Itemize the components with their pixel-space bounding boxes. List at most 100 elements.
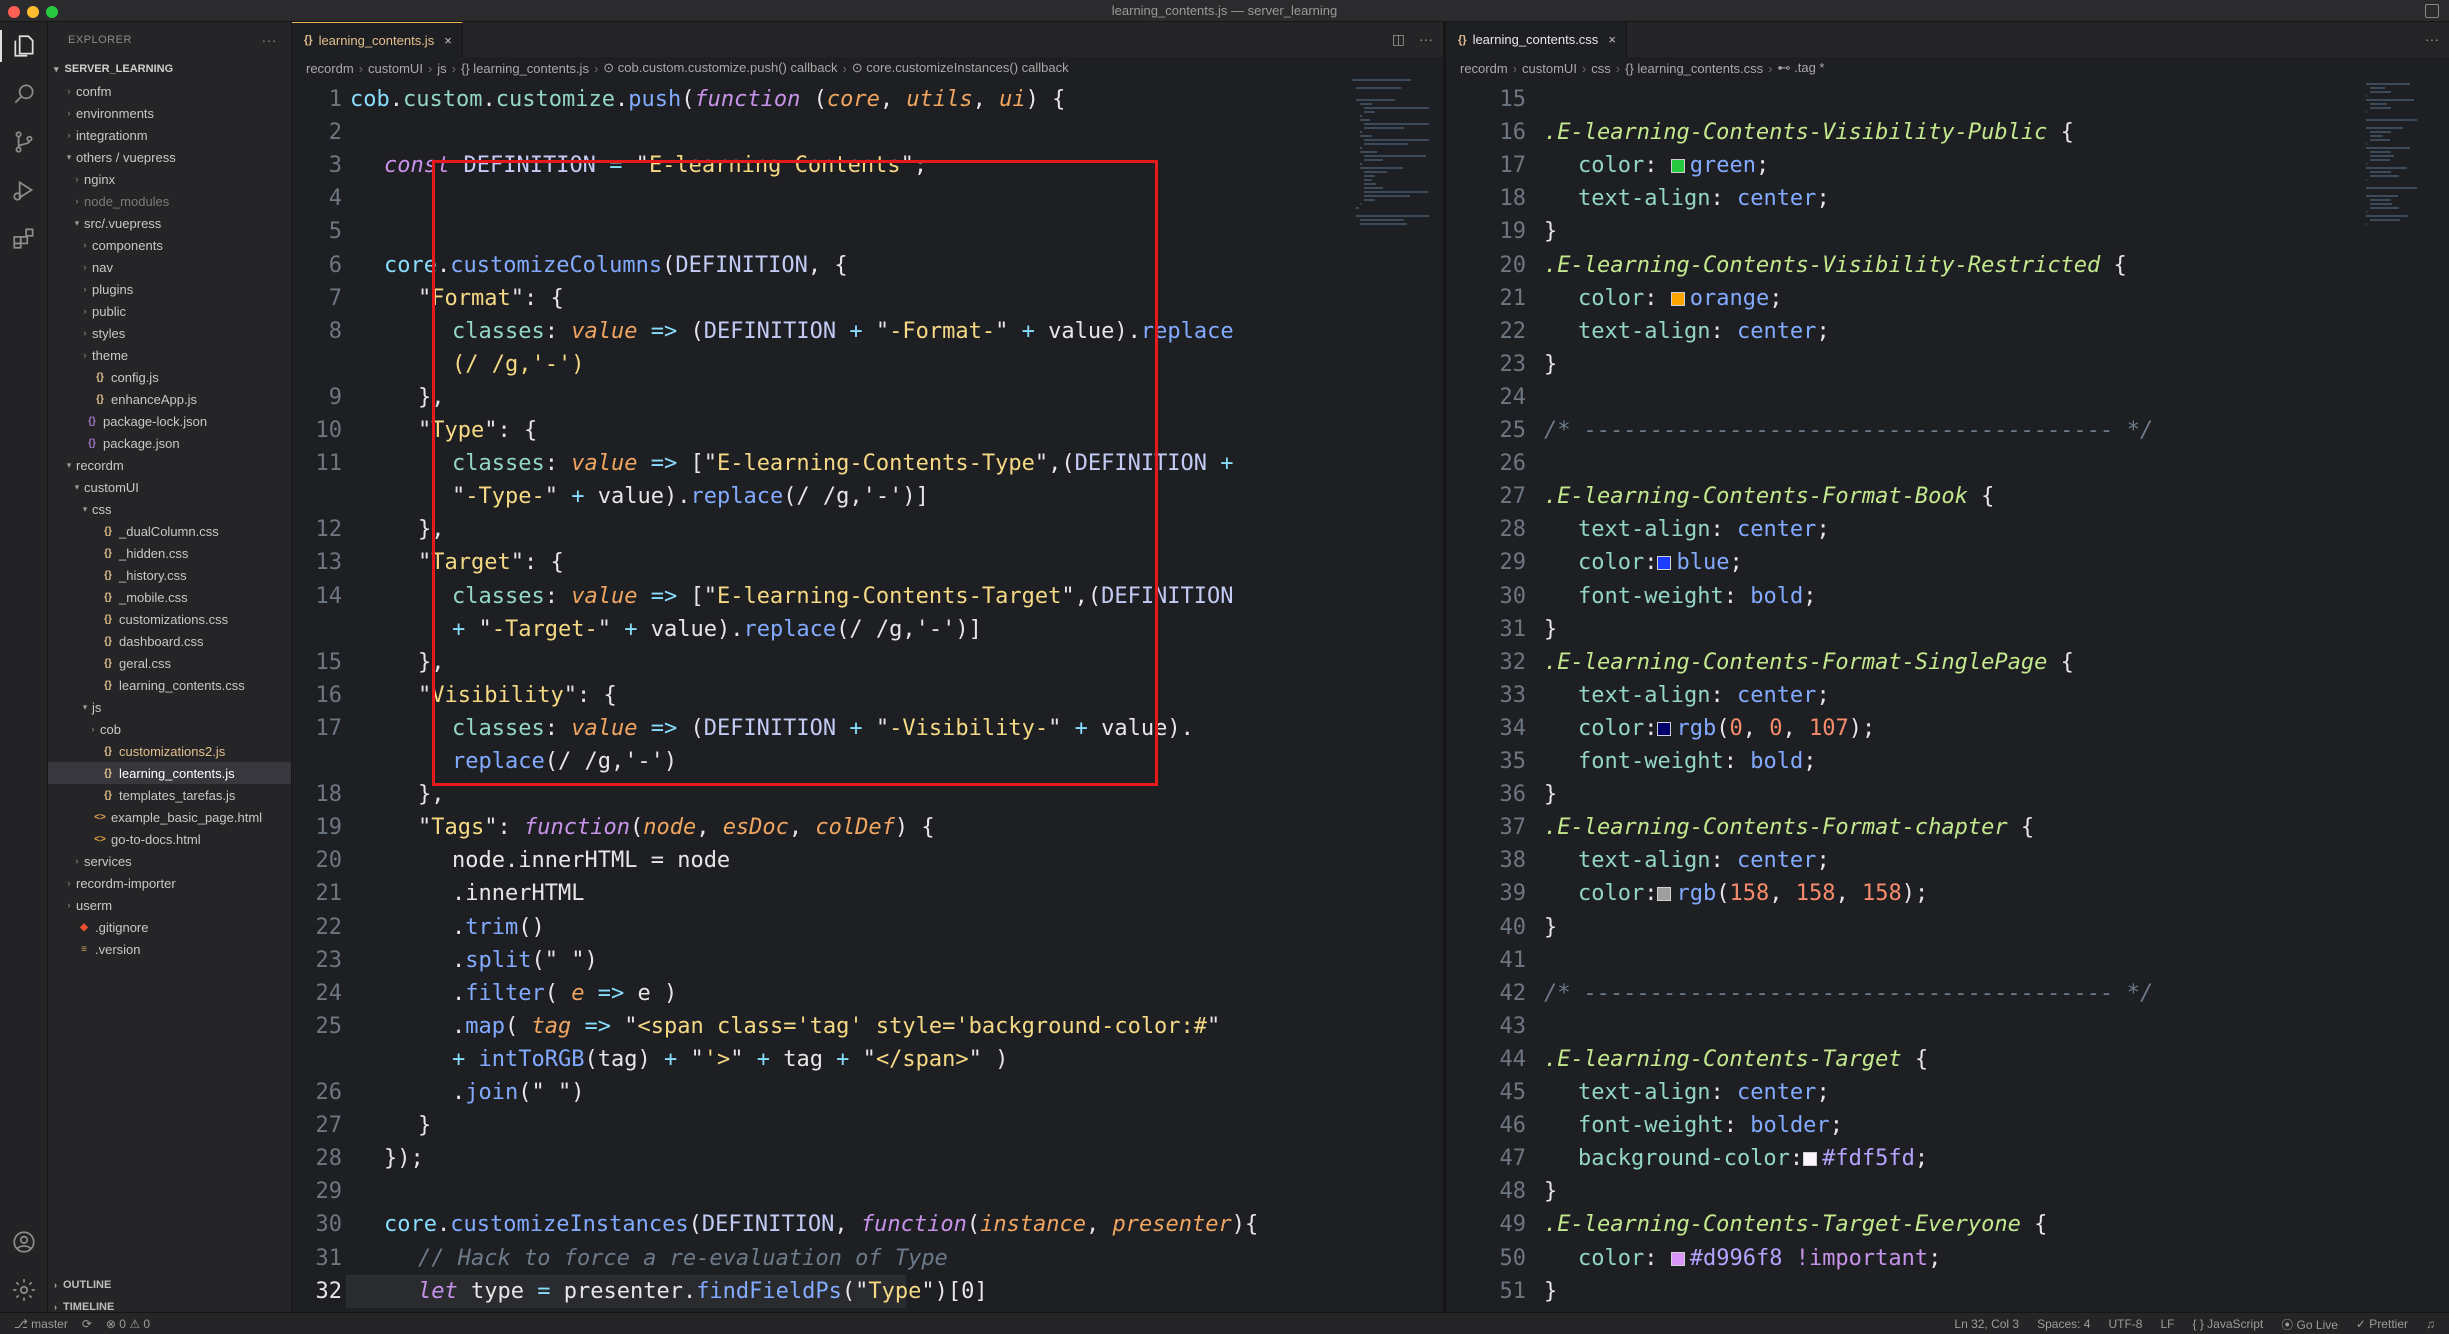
workspace-root[interactable]: ▾ SERVER_LEARNING	[48, 58, 291, 80]
tree-folder[interactable]: › public	[48, 300, 291, 322]
color-swatch-icon[interactable]	[1657, 556, 1672, 571]
tree-folder[interactable]: ▾ css	[48, 498, 291, 520]
tree-file[interactable]: {} _mobile.css	[48, 586, 291, 608]
tree-folder[interactable]: › recordm-importer	[48, 872, 291, 894]
tree-file[interactable]: <> example_basic_page.html	[48, 806, 291, 828]
explorer-icon[interactable]	[0, 22, 48, 70]
tree-file[interactable]: {} learning_contents.css	[48, 674, 291, 696]
tab-learning-contents-css[interactable]: {} learning_contents.css ×	[1446, 22, 1627, 57]
tree-file[interactable]: {} package.json	[48, 432, 291, 454]
tree-folder[interactable]: › nav	[48, 256, 291, 278]
tree-folder[interactable]: › environments	[48, 102, 291, 124]
tree-file[interactable]: {} geral.css	[48, 652, 291, 674]
color-swatch-icon[interactable]	[1803, 1152, 1818, 1167]
outline-section[interactable]: › OUTLINE	[48, 1274, 292, 1296]
tab-learning-contents-js[interactable]: {} learning_contents.js ×	[292, 22, 463, 57]
breadcrumb-item[interactable]: ⊙ core.customizeInstances() callback	[852, 60, 1069, 76]
sync-icon[interactable]: ⟳	[82, 1317, 92, 1331]
more-actions-button[interactable]: ···	[262, 32, 292, 48]
tree-folder[interactable]: ▾ others / vuepress	[48, 146, 291, 168]
tree-folder[interactable]: ▾ recordm	[48, 454, 291, 476]
tree-file[interactable]: {} enhanceApp.js	[48, 388, 291, 410]
color-swatch-icon[interactable]	[1657, 887, 1672, 902]
tree-folder[interactable]: › components	[48, 234, 291, 256]
account-icon[interactable]	[0, 1218, 48, 1266]
code-editor[interactable]: 1 cob.custom.customize.push(function (cor…	[292, 79, 1443, 1312]
search-icon[interactable]	[0, 70, 48, 118]
color-swatch-icon[interactable]	[1670, 1251, 1685, 1266]
tree-file[interactable]: ≡ .version	[48, 938, 291, 960]
tree-folder[interactable]: › nginx	[48, 168, 291, 190]
tree-file[interactable]: <> go-to-docs.html	[48, 828, 291, 850]
language-mode[interactable]: { } JavaScript	[2193, 1317, 2264, 1331]
breadcrumb-item[interactable]: {} learning_contents.js	[461, 61, 589, 76]
problems-indicator[interactable]: ⊗ 0 ⚠ 0	[106, 1317, 150, 1331]
breadcrumb-item[interactable]: css	[1591, 61, 1611, 76]
breadcrumb-item[interactable]: recordm	[306, 61, 354, 76]
minimap[interactable]	[1352, 79, 1442, 379]
more-actions-icon[interactable]: ···	[1419, 31, 1433, 48]
tree-folder[interactable]: ▾ js	[48, 696, 291, 718]
go-live-button[interactable]: ⦿ Go Live	[2281, 1316, 2338, 1333]
settings-icon[interactable]	[0, 1266, 48, 1314]
tree-file[interactable]: {} dashboard.css	[48, 630, 291, 652]
encoding[interactable]: UTF-8	[2108, 1317, 2142, 1331]
minimap-line	[2370, 139, 2390, 141]
indentation[interactable]: Spaces: 4	[2037, 1317, 2090, 1331]
close-tab-icon[interactable]: ×	[1608, 32, 1616, 47]
breadcrumb-item[interactable]: {} learning_contents.css	[1625, 61, 1763, 76]
tree-file[interactable]: {} _dualColumn.css	[48, 520, 291, 542]
explorer-sidebar: EXPLORER ··· ▾ SERVER_LEARNING › confm › en…	[48, 22, 292, 1313]
tree-file[interactable]: {} customizations.css	[48, 608, 291, 630]
tree-folder[interactable]: › theme	[48, 344, 291, 366]
tree-file[interactable]: {} templates_tarefas.js	[48, 784, 291, 806]
tree-file[interactable]: ◆ .gitignore	[48, 916, 291, 938]
tree-folder[interactable]: › integrationm	[48, 124, 291, 146]
cursor-position[interactable]: Ln 32, Col 3	[1954, 1317, 2019, 1331]
color-swatch-icon[interactable]	[1657, 721, 1672, 736]
tree-folder[interactable]: › services	[48, 850, 291, 872]
tree-folder[interactable]: ▾ src/.vuepress	[48, 212, 291, 234]
notifications-icon[interactable]: ♫	[2426, 1317, 2435, 1331]
breadcrumb-item[interactable]: ⊙ cob.custom.customize.push() callback	[603, 60, 837, 76]
tree-file[interactable]: {} config.js	[48, 366, 291, 388]
tree-file[interactable]: {} _hidden.css	[48, 542, 291, 564]
extensions-icon[interactable]	[0, 214, 48, 262]
tree-file[interactable]: {} _history.css	[48, 564, 291, 586]
tree-folder[interactable]: › node_modules	[48, 190, 291, 212]
branch-indicator[interactable]: ⎇ master	[14, 1317, 68, 1331]
code-line: 18 text-align: center;	[1446, 182, 2449, 215]
tree-folder[interactable]: › userm	[48, 894, 291, 916]
breadcrumb-item[interactable]: js	[437, 61, 446, 76]
line-number: 37	[1499, 815, 1527, 841]
tree-folder[interactable]: › plugins	[48, 278, 291, 300]
more-actions-icon[interactable]: ···	[2425, 31, 2439, 47]
layout-icon[interactable]	[2425, 4, 2439, 18]
tree-file[interactable]: {} customizations2.js	[48, 740, 291, 762]
color-swatch-icon[interactable]	[1670, 291, 1685, 306]
prettier-status[interactable]: ✓ Prettier	[2356, 1317, 2408, 1331]
minimap-line	[1364, 195, 1411, 197]
code-token: }	[1544, 219, 1558, 245]
tree-file[interactable]: {} package-lock.json	[48, 410, 291, 432]
breadcrumb-item[interactable]: recordm	[1460, 61, 1508, 76]
tree-folder[interactable]: › confm	[48, 80, 291, 102]
end-of-line[interactable]: LF	[2160, 1317, 2174, 1331]
color-swatch-icon[interactable]	[1670, 159, 1685, 174]
source-control-icon[interactable]	[0, 118, 48, 166]
breadcrumb-item[interactable]: ⊷ .tag *	[1778, 60, 1825, 76]
code-token: value	[571, 583, 638, 609]
minimap[interactable]	[2366, 79, 2449, 379]
run-debug-icon[interactable]	[0, 166, 48, 214]
tree-folder[interactable]: › cob	[48, 718, 291, 740]
split-editor-icon[interactable]: ◫	[1392, 31, 1405, 48]
tree-folder[interactable]: › styles	[48, 322, 291, 344]
tree-file[interactable]: {} learning_contents.js	[48, 762, 291, 784]
code-line: 20 node.innerHTML = node	[292, 844, 1443, 877]
breadcrumb-item[interactable]: customUI	[1522, 61, 1577, 76]
close-tab-icon[interactable]: ×	[444, 33, 452, 48]
breadcrumb-item[interactable]: customUI	[368, 61, 423, 76]
tree-folder[interactable]: ▾ customUI	[48, 476, 291, 498]
code-editor[interactable]: 15 16 .E-learning-Contents-Visibility-Publ…	[1446, 79, 2449, 1312]
js-file-icon: {}	[304, 34, 313, 46]
